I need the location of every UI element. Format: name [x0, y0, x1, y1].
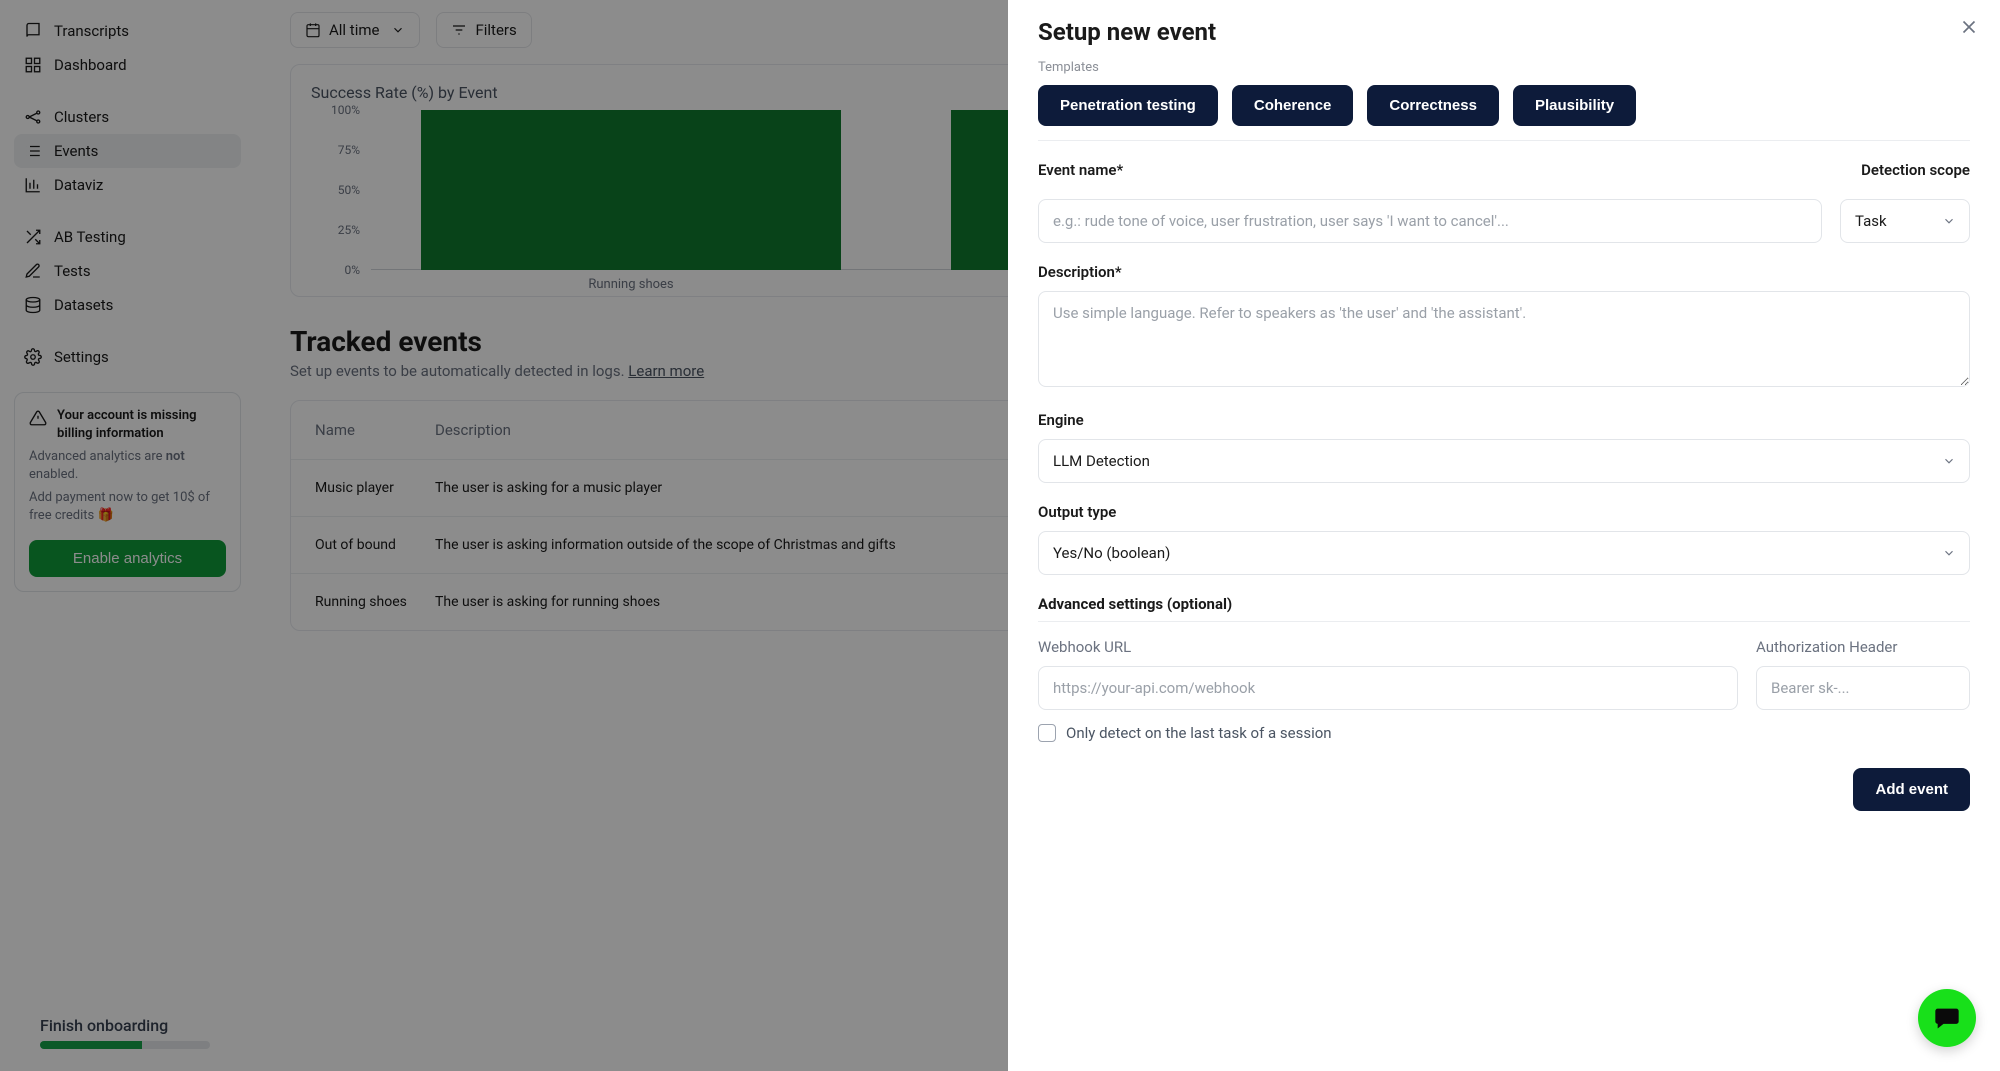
webhook-label: Webhook URL — [1038, 638, 1738, 656]
checkbox-label: Only detect on the last task of a sessio… — [1066, 724, 1332, 742]
checkbox-icon[interactable] — [1038, 724, 1056, 742]
last-task-checkbox-row[interactable]: Only detect on the last task of a sessio… — [1038, 724, 1970, 742]
description-label: Description* — [1038, 263, 1970, 281]
chat-icon — [1933, 1004, 1961, 1032]
templates-row: Penetration testing Coherence Correctnes… — [1038, 85, 1970, 126]
description-textarea[interactable] — [1038, 291, 1970, 387]
auth-header-label: Authorization Header — [1756, 638, 1970, 656]
advanced-settings-label: Advanced settings (optional) — [1038, 595, 1970, 613]
template-penetration[interactable]: Penetration testing — [1038, 85, 1218, 126]
chat-fab[interactable] — [1918, 989, 1976, 1047]
output-type-select[interactable] — [1038, 531, 1970, 575]
template-correctness[interactable]: Correctness — [1367, 85, 1499, 126]
detection-scope-label: Detection scope — [1861, 161, 1970, 179]
templates-label: Templates — [1038, 60, 1970, 75]
setup-event-drawer: Setup new event Templates Penetration te… — [1008, 0, 2000, 1071]
output-type-label: Output type — [1038, 503, 1970, 521]
close-icon[interactable] — [1958, 16, 1982, 40]
auth-header-input[interactable] — [1756, 666, 1970, 710]
template-plausibility[interactable]: Plausibility — [1513, 85, 1636, 126]
webhook-input[interactable] — [1038, 666, 1738, 710]
add-event-button[interactable]: Add event — [1853, 768, 1970, 811]
template-coherence[interactable]: Coherence — [1232, 85, 1354, 126]
engine-label: Engine — [1038, 411, 1970, 429]
engine-select[interactable] — [1038, 439, 1970, 483]
event-name-label: Event name* — [1038, 161, 1843, 179]
drawer-title: Setup new event — [1038, 18, 1970, 46]
detection-scope-select[interactable] — [1840, 199, 1970, 243]
event-name-input[interactable] — [1038, 199, 1822, 243]
